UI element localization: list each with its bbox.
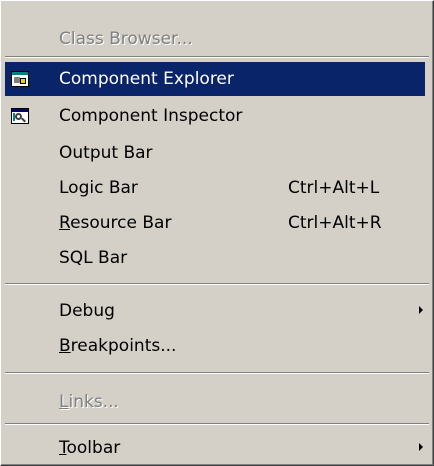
menu-item-component-inspector[interactable]: Component Inspector <box>5 99 425 133</box>
menu-item-toolbar[interactable]: Toolbar <box>5 431 425 465</box>
menu-item-links: Links... <box>5 385 425 419</box>
menu-item-shortcut: Ctrl+Alt+L <box>288 178 380 198</box>
menu-item-label: Breakpoints... <box>59 329 176 363</box>
menu-item-shortcut: Ctrl+Alt+R <box>288 213 382 233</box>
menu-item-label: Toolbar <box>59 431 120 465</box>
submenu-arrow-icon <box>419 443 423 451</box>
menu-item-label: Debug <box>59 301 115 321</box>
menu-separator <box>5 423 429 425</box>
menu-separator <box>5 283 429 285</box>
menu-item-label: Resource Bar <box>59 206 171 240</box>
mnemonic-letter: R <box>59 213 71 233</box>
menu-item-breakpoints[interactable]: Breakpoints... <box>5 329 425 363</box>
menu-item-label: Component Inspector <box>59 106 243 126</box>
menu-item-label: Links... <box>59 385 119 419</box>
menu-separator <box>5 56 429 58</box>
menu-item-logic-bar[interactable]: Logic Bar Ctrl+Alt+L <box>5 171 425 205</box>
menu-separator <box>5 372 429 374</box>
menu-item-debug[interactable]: Debug <box>5 294 425 328</box>
component-explorer-icon <box>11 71 29 87</box>
menu-item-label-rest: inks... <box>68 392 119 412</box>
submenu-arrow-icon <box>419 306 423 314</box>
mnemonic-letter: B <box>59 336 71 356</box>
menu-item-label-rest: reakpoints... <box>70 336 177 356</box>
menu-item-label: Output Bar <box>59 143 153 163</box>
menu-item-label-rest: oolbar <box>66 438 121 458</box>
menu-item-sql-bar[interactable]: SQL Bar <box>5 241 425 275</box>
mnemonic-letter: T <box>59 438 67 458</box>
component-inspector-icon <box>11 108 29 124</box>
view-menu: Class Browser... Component Explorer Comp… <box>0 0 434 466</box>
menu-item-label-rest: esource Bar <box>70 213 172 233</box>
menu-item-output-bar[interactable]: Output Bar <box>5 136 425 170</box>
menu-item-component-explorer[interactable]: Component Explorer <box>5 62 425 96</box>
menu-item-label: SQL Bar <box>59 248 128 268</box>
menu-item-label: Component Explorer <box>59 69 234 89</box>
menu-item-resource-bar[interactable]: Resource Bar Ctrl+Alt+R <box>5 206 425 240</box>
menu-item-class-browser: Class Browser... <box>5 22 425 56</box>
menu-item-label: Class Browser... <box>59 29 193 49</box>
menu-item-label: Logic Bar <box>59 178 138 198</box>
